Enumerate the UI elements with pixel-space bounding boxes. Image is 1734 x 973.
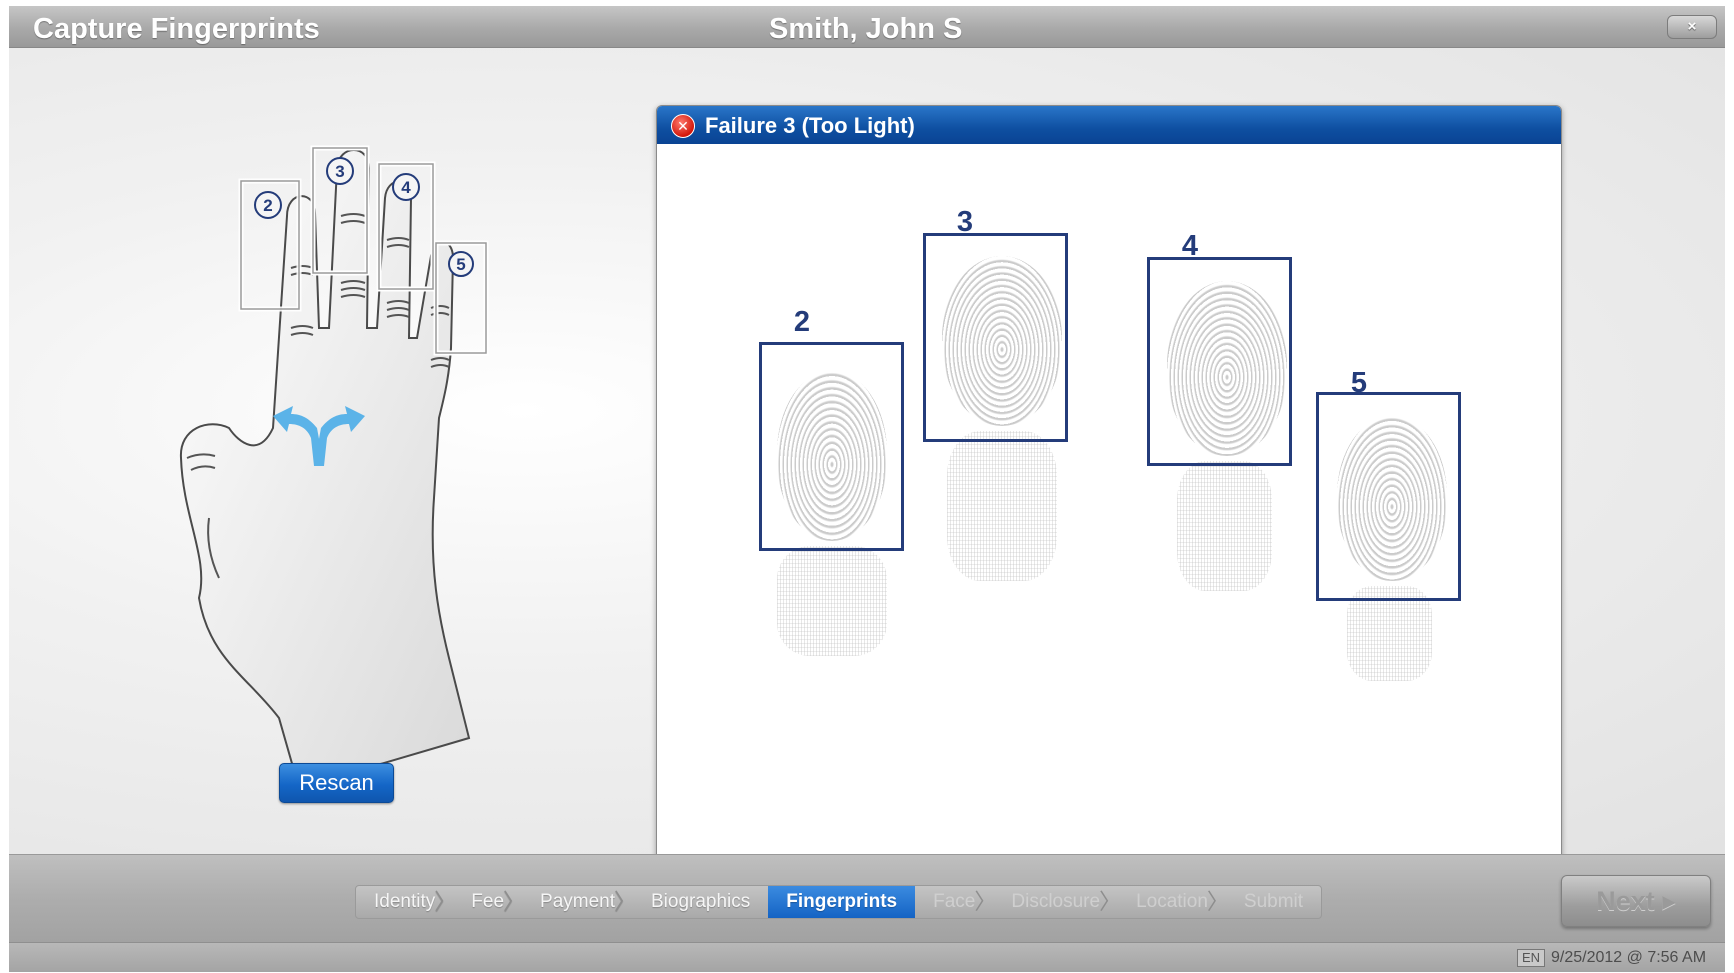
hand-diagram: 2 3 4 5 [169,98,509,798]
footer-bar: Identity 〉 Fee 〉 Payment 〉 Biographics Fing… [9,854,1725,942]
finger-smudge-2 [777,546,887,656]
step-label: Disclosure [1011,891,1101,912]
step-label: Payment [540,891,615,912]
finger-smudge-4 [1177,461,1272,591]
applicant-name: Smith, John S [769,13,963,45]
failure-message: Failure 3 (Too Light) [705,113,915,138]
finger-number-5: 5 [456,255,465,274]
capture-box-2 [759,342,904,551]
kiosk-window: Capture Fingerprints Smith, John S × 2 3… [9,6,1725,972]
next-button[interactable]: Next ▸ [1561,875,1711,927]
finger-number-3: 3 [335,162,344,181]
step-identity: Identity 〉 [374,889,457,914]
datetime-display: 9/25/2012 @ 7:56 AM [1551,949,1707,966]
step-submit: Submit [1226,886,1321,918]
step-label: Submit [1243,891,1304,912]
step-face: Face 〉 [933,889,997,914]
step-fee: Fee 〉 [471,889,526,914]
close-button[interactable]: × [1667,15,1717,39]
step-fingerprints: Fingerprints [768,886,916,918]
main-content: 2 3 4 5 Rescan ✕ Failure 3 (Too Light) 2 [9,48,1725,871]
page-title: Capture Fingerprints [33,13,320,45]
status-bar: EN 9/25/2012 @ 7:56 AM [9,942,1725,972]
print-label-2: 2 [793,306,811,338]
step-location: Location 〉 [1136,889,1229,914]
step-label: Fingerprints [786,891,898,912]
step-payment: Payment 〉 [540,889,636,914]
step-disclosure: Disclosure 〉 [1011,889,1122,914]
step-label: Face [933,891,976,912]
step-label: Identity [374,891,436,912]
right-hand-illustration: 2 3 4 5 [179,145,489,790]
language-indicator[interactable]: EN [1517,949,1545,967]
finger-number-4: 4 [401,178,411,197]
finger-number-2: 2 [263,196,272,215]
progress-breadcrumb: Identity 〉 Fee 〉 Payment 〉 Biographics Fing… [355,885,1323,919]
step-label: Fee [471,891,505,912]
rescan-button[interactable]: Rescan [279,763,394,803]
panel-header: ✕ Failure 3 (Too Light) [657,106,1561,144]
capture-box-3 [923,233,1068,442]
title-bar: Capture Fingerprints Smith, John S × [9,6,1725,48]
error-x-icon: ✕ [671,114,695,138]
finger-smudge-3 [947,431,1057,581]
step-biographics: Biographics [633,886,768,918]
step-label: Location [1136,891,1208,912]
capture-box-4 [1147,257,1292,466]
capture-box-5 [1316,392,1461,601]
step-label: Biographics [651,891,751,912]
fingerprint-result-panel: ✕ Failure 3 (Too Light) 2 3 4 5 [656,105,1562,871]
